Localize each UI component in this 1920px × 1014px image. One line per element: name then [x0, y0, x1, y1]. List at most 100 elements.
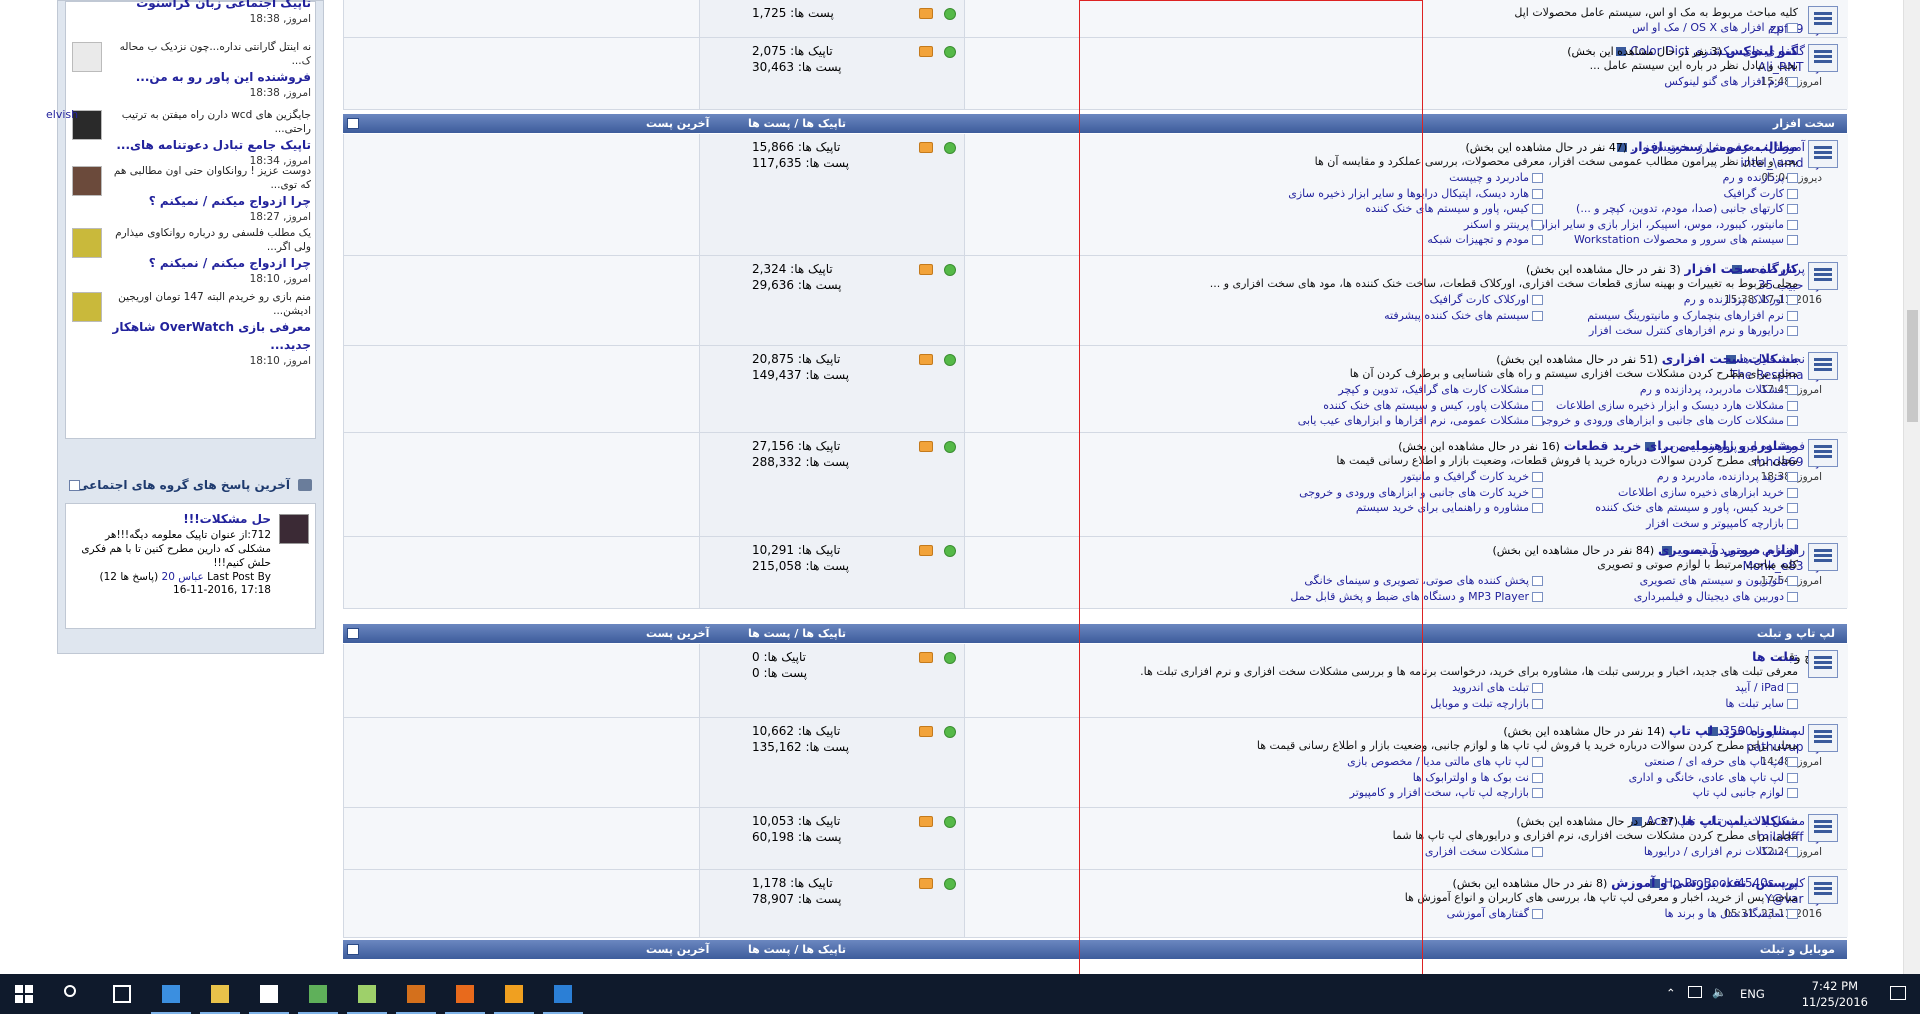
rss-icon[interactable] [919, 545, 933, 556]
subforum-link[interactable]: اورکلاک کارت گرافیک [1430, 293, 1543, 306]
subforum-link[interactable]: مشکلات عمومی، نرم افزارها و ابزارهای عیب… [1298, 414, 1543, 427]
post-title-link[interactable]: چرا ازدواج میکنم / نمیکنم ؟ [110, 254, 311, 272]
subforum-link[interactable]: مشکلات پاور، کیس و سیستم های خنک کننده [1323, 399, 1543, 412]
group-author-link[interactable]: عباس 20 [162, 571, 204, 583]
post-title-link[interactable]: تاپیک اجتماعی زبان گراسنوت [110, 0, 311, 12]
notepad-button[interactable] [343, 974, 391, 1014]
subforum-link[interactable]: هارد دیسک، اپتیکال درایوها و سایر ابزار … [1288, 187, 1543, 200]
subforum-link[interactable]: نرم افزار های OS X / مک او اس [1632, 21, 1798, 34]
category-name[interactable]: موبایل و تبلت [1760, 943, 1835, 956]
subforum-link[interactable]: مشکلات سخت افزاری [1425, 845, 1543, 858]
user-avatar[interactable] [72, 292, 102, 322]
rss-icon[interactable] [919, 8, 933, 19]
forum-title-link[interactable]: پرسش، نقد، بررسی و آموزش [1611, 875, 1798, 890]
rss-icon[interactable] [919, 726, 933, 737]
group-avatar[interactable] [279, 514, 309, 544]
volume-icon[interactable]: 🔈 [1712, 985, 1726, 999]
language-indicator[interactable]: ENG [1740, 987, 1765, 1001]
photoshop-button[interactable] [539, 974, 587, 1014]
subforum-link[interactable]: لپ تاپ های عادی، خانگی و اداری [1629, 771, 1798, 784]
subforum-link[interactable]: مشکلات کارت های گرافیک، تدوین و کپچر [1338, 383, 1543, 396]
subforum-link[interactable]: کارتهای جانبی (صدا، مودم، تدوین، کپچر و … [1576, 202, 1798, 215]
firefox-button[interactable] [441, 974, 489, 1014]
rss-icon[interactable] [919, 46, 933, 57]
subforum-link[interactable]: مشکلات کارت های جانبی و ابزارهای ورودی و… [1537, 414, 1798, 427]
user-avatar[interactable] [72, 42, 102, 72]
network-icon[interactable] [1688, 986, 1702, 998]
illustrator-button[interactable] [392, 974, 440, 1014]
subforum-link[interactable]: پرینتر و اسکنر [1464, 218, 1543, 231]
category-name[interactable]: سخت افزار [1773, 117, 1835, 130]
page-scrollbar[interactable] [1903, 0, 1920, 974]
subforum-link[interactable]: نرم افزارهای بنچمارک و مانیتورینگ سیستم [1587, 309, 1798, 322]
subforum-link[interactable]: خرید کارت گرافیک و مانیتور [1401, 470, 1543, 483]
media-player-button[interactable] [490, 974, 538, 1014]
forum-title-link[interactable]: مشکلات سخت افزاری [1662, 351, 1798, 366]
notifications-icon[interactable] [1890, 986, 1906, 1000]
start-button[interactable] [0, 974, 48, 1014]
scrollbar-thumb[interactable] [1907, 310, 1918, 422]
subforum-link[interactable]: اورکلاک پردازنده و رم [1684, 293, 1798, 306]
subforum-link[interactable]: نمایشگاه مدل ها و برند ها [1664, 907, 1798, 920]
subforum-link[interactable]: مشکلات مادربرد، پردازنده و رم [1640, 383, 1798, 396]
subforum-link[interactable]: نت بوک ها و اولترابوک ها [1413, 771, 1543, 784]
rss-icon[interactable] [919, 441, 933, 452]
subforum-link[interactable]: خرید کیس، پاور و سیستم های خنک کننده [1595, 501, 1798, 514]
forum-title-link[interactable]: مطالب عمومی سخت افزار [1631, 139, 1798, 154]
collapse-icon[interactable] [347, 944, 359, 955]
subforum-link[interactable]: مانیتور، کیبورد، موس، اسپیکر، ابزار بازی… [1530, 218, 1798, 231]
subforum-link[interactable]: نرم افزار های گنو لینوکس [1664, 75, 1798, 88]
subforum-link[interactable]: مودم و تجهیزات شبکه [1427, 233, 1543, 246]
subforum-link[interactable]: لوازم جانبی لپ تاپ [1693, 786, 1798, 799]
subforum-link[interactable]: مادربرد و چیپست [1449, 171, 1543, 184]
forum-title-link[interactable]: گنو لینوکس [1726, 43, 1798, 58]
subforum-link[interactable]: مشکلات نرم افزاری / درایورها [1644, 845, 1798, 858]
post-title-link[interactable]: تاپیک جامع تبادل دعوتنامه های... [110, 136, 311, 154]
username-link[interactable]: elvish [46, 108, 78, 121]
network-globe-button[interactable] [294, 974, 342, 1014]
subforum-link[interactable]: iPad / آیپد [1735, 681, 1798, 694]
subforum-link[interactable]: پخش کننده های صوتی، تصویری و سینمای خانگ… [1304, 574, 1543, 587]
subforum-link[interactable]: تبلت های اندروید [1452, 681, 1543, 694]
subforum-link[interactable]: لپ تاپ های حرفه ای / صنعتی [1644, 755, 1798, 768]
task-view-button[interactable] [98, 974, 146, 1014]
subforum-link[interactable]: بازارچه کامپیوتر و سخت افزار [1646, 517, 1798, 530]
subforum-link[interactable]: درایورها و نرم افزارهای کنترل سخت افزار [1589, 324, 1798, 337]
forum-title-link[interactable]: مشکلات لپ تاپ ها [1682, 813, 1798, 828]
rss-icon[interactable] [919, 142, 933, 153]
subforum-link[interactable]: مشاوره و راهنمایی برای خرید سیستم [1356, 501, 1543, 514]
forum-title-link[interactable]: مشاوره و راهنمایی برای خرید قطعات [1564, 438, 1798, 453]
subforum-link[interactable]: سیستم های خنک کننده پیشرفته [1384, 309, 1543, 322]
rss-icon[interactable] [919, 878, 933, 889]
rss-icon[interactable] [919, 652, 933, 663]
collapse-icon[interactable] [69, 480, 80, 491]
rss-icon[interactable] [919, 264, 933, 275]
subforum-link[interactable]: کارت گرافیک [1723, 187, 1798, 200]
post-title-link[interactable]: معرفی بازی OverWatch شاهکار جدید... [110, 318, 311, 354]
user-avatar[interactable] [72, 166, 102, 196]
rss-icon[interactable] [919, 354, 933, 365]
post-title-link[interactable]: فروشنده این پاور رو به من... [110, 68, 311, 86]
subforum-link[interactable]: لپ تاپ های مالتی مدیا / مخصوص بازی [1347, 755, 1543, 768]
subforum-link[interactable]: گفتارهای آموزشی [1447, 907, 1543, 920]
user-avatar[interactable] [72, 228, 102, 258]
forum-title-link[interactable]: مشاوره خرید لپ تاپ [1669, 723, 1798, 738]
subforum-link[interactable]: تلویزیون و سیستم های تصویری [1640, 574, 1798, 587]
subforum-link[interactable]: کیس، پاور و سیستم های خنک کننده [1365, 202, 1543, 215]
search-button[interactable] [49, 974, 97, 1014]
category-name[interactable]: لپ تاپ و تبلت [1757, 627, 1835, 640]
group-title[interactable]: حل مشکلات!!! [74, 512, 271, 526]
subforum-link[interactable]: سایر تبلت ها [1725, 697, 1798, 710]
forum-title-link[interactable]: لوازم صوتی و تصویری [1658, 542, 1798, 557]
subforum-link[interactable]: MP3 Player و دستگاه های ضبط و پخش قابل ح… [1290, 590, 1543, 603]
forum-title-link[interactable]: کارگاه سخت افزار [1685, 261, 1798, 276]
subforum-link[interactable]: پردازنده و رم [1723, 171, 1798, 184]
rss-icon[interactable] [919, 816, 933, 827]
clock[interactable]: 7:42 PM 11/25/2016 [1802, 978, 1868, 1010]
chevron-up-icon[interactable]: ⌃ [1666, 986, 1676, 1000]
post-title-link[interactable]: چرا ازدواج میکنم / نمیکنم ؟ [110, 192, 311, 210]
collapse-icon[interactable] [347, 628, 359, 639]
collapse-icon[interactable] [347, 118, 359, 129]
subforum-link[interactable]: سیستم های سرور و محصولات Workstation [1574, 233, 1798, 246]
subforum-link[interactable]: خرید پردازنده، مادربرد و رم [1657, 470, 1798, 483]
